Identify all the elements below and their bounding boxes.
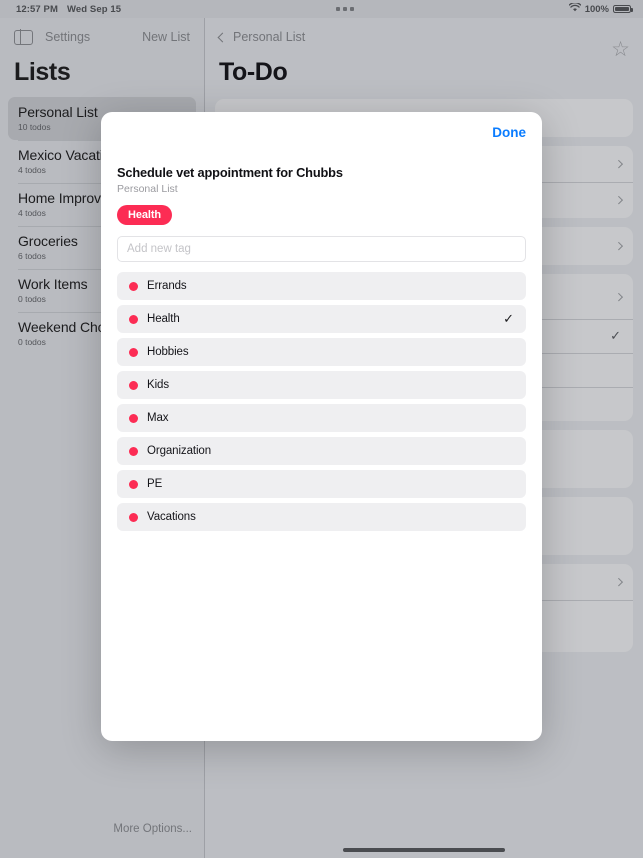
tag-option-organization[interactable]: Organization — [117, 437, 526, 465]
tag-option-label: Hobbies — [147, 346, 514, 358]
tag-color-dot — [129, 315, 138, 324]
tag-option-errands[interactable]: Errands — [117, 272, 526, 300]
tag-option-pe[interactable]: PE — [117, 470, 526, 498]
tag-options-list: Errands Health ✓ Hobbies Kids Max Organization… — [117, 272, 526, 531]
tag-option-kids[interactable]: Kids — [117, 371, 526, 399]
tag-option-label: Health — [147, 313, 494, 325]
tag-option-label: Errands — [147, 280, 514, 292]
tag-option-vacations[interactable]: Vacations — [117, 503, 526, 531]
tag-color-dot — [129, 381, 138, 390]
tag-color-dot — [129, 414, 138, 423]
tag-option-health[interactable]: Health ✓ — [117, 305, 526, 333]
assigned-tag-pill[interactable]: Health — [117, 205, 172, 225]
sheet-header: Done — [101, 112, 542, 152]
tag-color-dot — [129, 282, 138, 291]
tag-option-label: Vacations — [147, 511, 514, 523]
tag-color-dot — [129, 348, 138, 357]
tag-color-dot — [129, 480, 138, 489]
assigned-tags: Health — [117, 205, 526, 225]
todo-title: Schedule vet appointment for Chubbs — [117, 165, 526, 180]
tag-color-dot — [129, 513, 138, 522]
tag-option-label: Kids — [147, 379, 514, 391]
tablet-screen: 12:57 PM Wed Sep 15 100% — [0, 0, 643, 858]
tag-color-dot — [129, 447, 138, 456]
tag-picker-sheet: Done Schedule vet appointment for Chubbs… — [101, 112, 542, 741]
sheet-body: Schedule vet appointment for Chubbs Pers… — [101, 152, 542, 531]
done-button[interactable]: Done — [492, 125, 526, 140]
tag-option-hobbies[interactable]: Hobbies — [117, 338, 526, 366]
tag-option-label: PE — [147, 478, 514, 490]
tag-selected-checkmark-icon: ✓ — [503, 311, 514, 327]
tag-option-max[interactable]: Max — [117, 404, 526, 432]
tag-option-label: Max — [147, 412, 514, 424]
add-new-tag-input[interactable] — [117, 236, 526, 262]
todo-list-name: Personal List — [117, 183, 526, 195]
tag-option-label: Organization — [147, 445, 514, 457]
